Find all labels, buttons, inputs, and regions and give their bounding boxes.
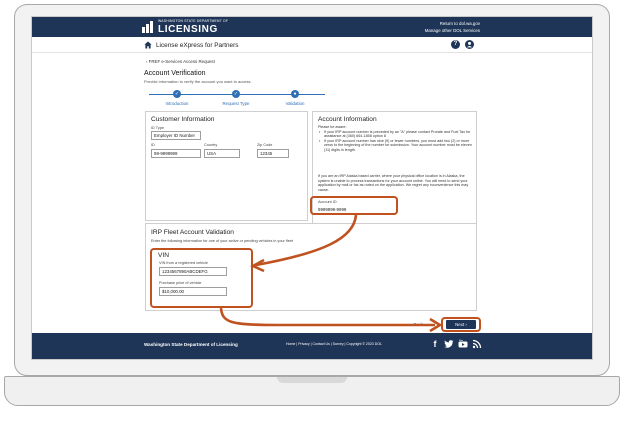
step-introduction-dot: ✓ [173, 90, 181, 98]
app-title: License eXpress for Partners [156, 42, 239, 49]
dol-logo-icon [142, 21, 153, 33]
step-validation-dot: ● [291, 90, 299, 98]
id-type-label: ID Type [151, 126, 165, 130]
footer: Washington State Department of Licensing… [32, 333, 592, 359]
top-bar: WASHINGTON STATE DEPARTMENT OF LICENSING… [32, 17, 592, 37]
customer-information-panel: Customer Information ID Type Employer ID… [145, 111, 308, 221]
id-label: ID [151, 143, 155, 147]
youtube-icon[interactable]: You [458, 339, 468, 349]
bullet-prorate-fuel-tax: If your IRP account number is preceded b… [318, 130, 474, 139]
irp-fleet-title: IRP Fleet Account Validation [151, 229, 234, 236]
breadcrumb[interactable]: ‹ FREF e-Services Access Request [146, 59, 215, 64]
manage-services-link[interactable]: Manage other DOL Services [425, 28, 480, 33]
arrow-vin-to-next-head [429, 317, 443, 333]
footer-org-name: Washington State Department of Licensing [144, 342, 238, 347]
next-button-highlight [441, 317, 481, 332]
laptop-notch [277, 377, 347, 383]
step-validation-label: Validation [285, 101, 305, 106]
id-input[interactable]: 99-9999999 [151, 149, 201, 158]
twitter-icon[interactable] [444, 339, 454, 349]
zip-code-input[interactable]: 12345 [257, 149, 289, 158]
irp-fleet-instruction: Enter the following information for one … [151, 239, 294, 243]
alaska-carrier-note: If you are an IRP Alaska based carrier, … [318, 174, 469, 192]
account-instructions: Please be aware: If your IRP account num… [318, 125, 474, 153]
footer-links[interactable]: Home | Privacy | Contact Us | Survey | C… [286, 342, 382, 346]
customer-information-title: Customer Information [151, 116, 215, 123]
svg-text:You: You [459, 340, 464, 342]
logo-department-text: WASHINGTON STATE DEPARTMENT OF [158, 19, 229, 23]
step-introduction-label: Introduction [165, 101, 189, 106]
page-title: Account Verification [144, 70, 206, 77]
account-information-title: Account Information [318, 116, 377, 123]
logo-licensing-text: LICENSING [158, 24, 218, 35]
home-icon[interactable] [144, 41, 152, 49]
step-request-type-label: Request Type [222, 101, 250, 106]
facebook-icon[interactable]: f [430, 339, 440, 349]
page-subtitle: Provide information to verify the accoun… [144, 79, 252, 84]
country-label: Country [204, 143, 218, 147]
bullet-eleven-digits: If your IRP account number has nine (9) … [318, 139, 474, 153]
account-id-highlight [310, 196, 398, 215]
browser-screen: WASHINGTON STATE DEPARTMENT OF LICENSING… [31, 16, 593, 360]
step-request-type-dot: ✓ [232, 90, 240, 98]
id-type-select[interactable]: Employer ID Number [151, 131, 201, 140]
rss-icon[interactable] [472, 339, 482, 349]
vin-highlight [150, 248, 253, 308]
app-header: License eXpress for Partners ? [32, 37, 592, 53]
return-to-dol-link[interactable]: Return to dol.wa.gov [440, 21, 480, 26]
country-select[interactable]: USA [204, 149, 240, 158]
help-icon[interactable]: ? [451, 40, 460, 49]
zip-code-label: Zip Code [257, 143, 273, 147]
user-icon[interactable] [465, 40, 474, 49]
back-button[interactable]: ‹ Back [411, 322, 423, 327]
